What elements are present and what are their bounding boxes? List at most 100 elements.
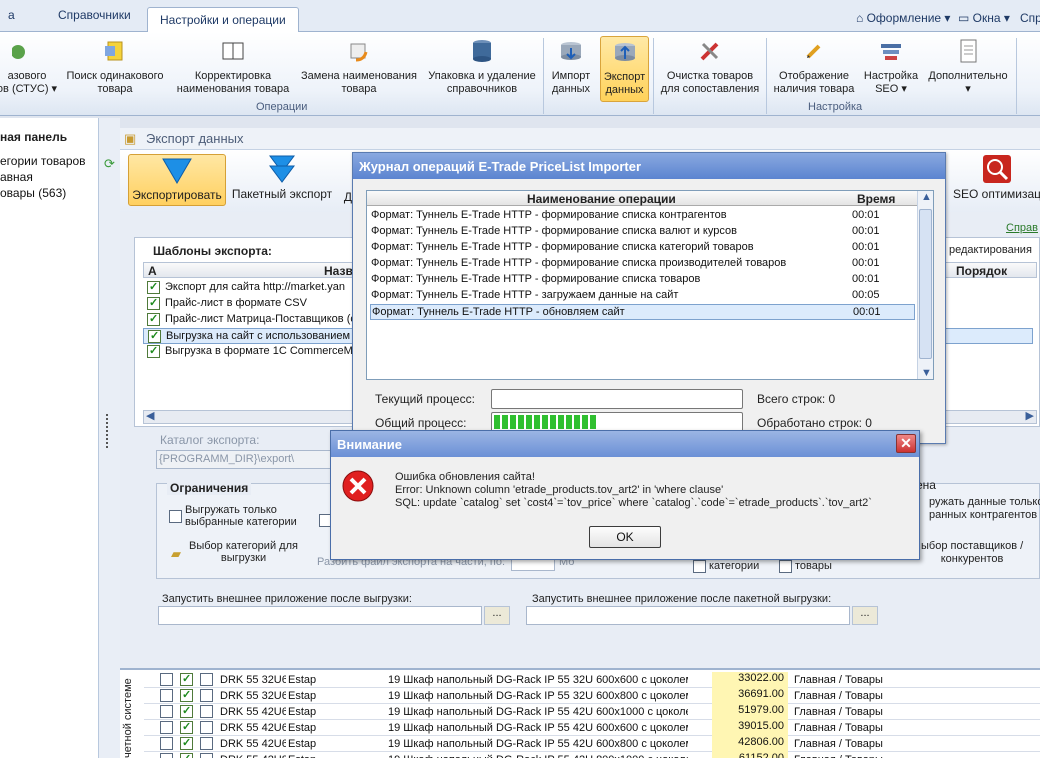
seo-settings-button[interactable]: Настройка SEO ▾ [860, 36, 922, 100]
row-checkbox-2[interactable] [180, 736, 193, 750]
goods-row[interactable]: DRK 55 32U68Estap 19 Шкаф напольный DG-Ra… [144, 688, 1040, 704]
goods-row[interactable]: DRK 55 32U66Estap 19 Шкаф напольный DG-Ra… [144, 672, 1040, 688]
row-checkbox-3[interactable] [200, 721, 213, 734]
journal-row-name: Формат: Туннель E-Trade HTTP - формирова… [371, 241, 754, 253]
row-checkbox-1[interactable] [160, 673, 173, 686]
row-checkbox-2[interactable] [180, 672, 193, 686]
scroll-right-icon[interactable]: ▶ [1026, 409, 1034, 422]
scroll-up-icon[interactable]: ▲ [921, 191, 932, 203]
journal-row[interactable]: Формат: Туннель E-Trade HTTP - формирова… [370, 208, 915, 224]
goods-row[interactable]: DRK 55 42U60Estap 19 Шкаф напольный DG-Ra… [144, 704, 1040, 720]
import-data-button[interactable]: Импорт данных [546, 36, 596, 100]
book-icon [222, 42, 244, 60]
help-link[interactable]: Справ [1006, 222, 1038, 234]
run-after-batch-browse-button[interactable]: ... [852, 606, 878, 625]
template-checkbox[interactable] [147, 344, 160, 358]
tree-item-main[interactable]: авная [0, 170, 33, 184]
row-checkbox-1[interactable] [160, 721, 173, 734]
seo-optimization-button[interactable]: SEO оптимизац [952, 154, 1040, 206]
select-categories-label[interactable]: Выбор категорий для выгрузки [189, 540, 298, 564]
windows-menu[interactable]: ▭ Окна ▾ [958, 11, 1010, 25]
row-code: DRK 55 32U66 [220, 674, 286, 686]
only-contractors-label: ружать данные только ранных контрагентов [929, 496, 1040, 521]
template-checkbox[interactable] [147, 312, 160, 326]
group-settings-label: Настройка [808, 101, 863, 113]
goods-row[interactable]: DRK 55 42U68Estap 19 Шкаф напольный DG-Ra… [144, 736, 1040, 752]
journal-table-header: Наименование операции Время [367, 191, 919, 206]
export-data-button[interactable]: Экспорт данных [600, 36, 649, 102]
goods-checkbox-label: товары [795, 560, 832, 572]
journal-row-name: Формат: Туннель E-Trade HTTP - формирова… [371, 257, 787, 269]
run-after-label: Запустить внешнее приложение после выгру… [162, 593, 412, 605]
run-after-batch-input[interactable] [526, 606, 850, 625]
scroll-down-icon[interactable]: ▼ [921, 367, 932, 379]
scroll-thumb[interactable] [919, 209, 932, 359]
export-data-label: Экспорт данных [603, 71, 646, 96]
pack-delete-button[interactable]: Упаковка и удаление справочников [424, 36, 540, 100]
row-code: DRK 55 42U80 [220, 754, 286, 758]
row-checkbox-3[interactable] [200, 737, 213, 750]
goods-checkbox[interactable] [779, 560, 792, 573]
tree-item-goods[interactable]: овары (563) [0, 186, 66, 200]
close-icon: ✕ [900, 435, 912, 451]
alert-ok-button[interactable]: OK [589, 526, 661, 548]
row-category: Главная / Товары [794, 690, 883, 702]
alert-close-button[interactable]: ✕ [896, 434, 916, 453]
only-selected-categories-checkbox[interactable] [169, 510, 182, 523]
row-checkbox-2[interactable] [180, 688, 193, 702]
row-checkbox-1[interactable] [160, 753, 173, 758]
journal-row[interactable]: Формат: Туннель E-Trade HTTP - формирова… [370, 224, 915, 240]
tree-item-categories[interactable]: егории товаров [0, 154, 86, 168]
show-availability-button[interactable]: Отображение наличия товара [768, 36, 860, 100]
journal-col-name: Наименование операции [527, 192, 676, 206]
goods-row[interactable]: DRK 55 42U80Estap 19 Шкаф напольный DG-Ra… [144, 752, 1040, 758]
refresh-icon[interactable]: ⟳ [104, 156, 115, 172]
journal-row[interactable]: Формат: Туннель E-Trade HTTP - формирова… [370, 272, 915, 288]
total-process-fill [494, 415, 598, 429]
row-name: 19 Шкаф напольный DG-Rack IP 55 42U 600х… [388, 706, 688, 718]
row-checkbox-2[interactable] [180, 752, 193, 758]
folder-icon: ▰ [171, 546, 181, 561]
row-checkbox-1[interactable] [160, 737, 173, 750]
goods-grid: четной системе DRK 55 32U66Estap19 Шкаф … [120, 668, 1040, 758]
correct-name-button[interactable]: Корректировка наименования товара [172, 36, 294, 100]
tab-references[interactable]: Справочники [58, 8, 131, 22]
select-suppliers-label[interactable]: ыбор поставщиков / конкурентов [921, 540, 1023, 566]
journal-row[interactable]: Формат: Туннель E-Trade HTTP - загружаем… [370, 288, 915, 304]
run-after-input[interactable] [158, 606, 482, 625]
row-checkbox-3[interactable] [200, 753, 213, 758]
journal-row[interactable]: Формат: Туннель E-Trade HTTP - формирова… [370, 256, 915, 272]
export-run-button[interactable]: Экспортировать [128, 154, 226, 206]
splitter-grip[interactable] [106, 414, 110, 448]
row-checkbox-3[interactable] [200, 673, 213, 686]
batch-export-button[interactable]: Пакетный экспорт [230, 154, 334, 206]
categories-checkbox[interactable] [693, 560, 706, 573]
scroll-left-icon[interactable]: ◀ [146, 409, 154, 422]
additional-button[interactable]: Дополнительно ▾ [922, 36, 1014, 100]
row-checkbox-1[interactable] [160, 705, 173, 718]
template-checkbox[interactable] [147, 296, 160, 310]
row-checkbox-2[interactable] [180, 720, 193, 734]
replace-name-button[interactable]: Замена наименования товара [296, 36, 422, 100]
journal-row[interactable]: Формат: Туннель E-Trade HTTP - формирова… [370, 240, 915, 256]
catalog-input[interactable]: {PROGRAMM_DIR}\export\ [156, 450, 332, 469]
row-checkbox-3[interactable] [200, 689, 213, 702]
replace-icon [350, 43, 368, 62]
tab-settings-operations[interactable]: Настройки и операции [147, 7, 299, 33]
splitter[interactable]: ⟳ [98, 118, 120, 758]
clean-goods-button[interactable]: Очистка товаров для сопоставления [656, 36, 764, 100]
journal-vscrollbar[interactable]: ▲ ▼ [917, 191, 933, 379]
row-checkbox-2[interactable] [180, 704, 193, 718]
tab-fragment[interactable]: а [8, 8, 15, 22]
journal-row[interactable]: Формат: Туннель E-Trade HTTP - обновляем… [370, 304, 915, 320]
row-checkbox-3[interactable] [200, 705, 213, 718]
goods-row[interactable]: DRK 55 42U66Estap 19 Шкаф напольный DG-Ra… [144, 720, 1040, 736]
find-same-product-button[interactable]: Поиск одинакового товара [60, 36, 170, 100]
template-checkbox[interactable] [148, 329, 161, 343]
help-menu[interactable]: Спр [1020, 11, 1040, 25]
base-button[interactable]: азового ов (СТУС) ▾ [0, 36, 60, 100]
run-after-browse-button[interactable]: ... [484, 606, 510, 625]
design-menu[interactable]: ⌂ Оформление ▾ [856, 11, 950, 25]
row-checkbox-1[interactable] [160, 689, 173, 702]
template-checkbox[interactable] [147, 280, 160, 294]
